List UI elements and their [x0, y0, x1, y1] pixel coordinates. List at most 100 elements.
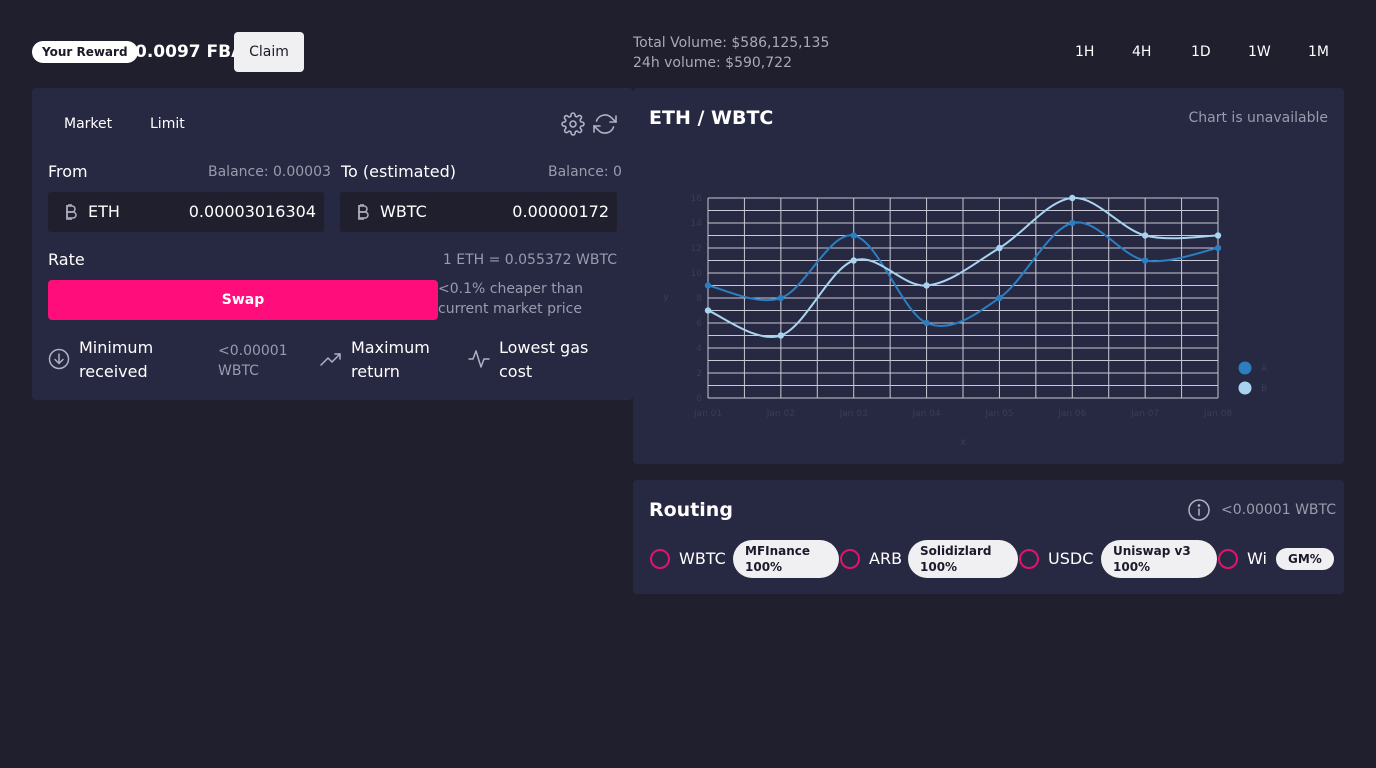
price-comparison-note: <0.1% cheaper than current market price [438, 281, 584, 317]
x-tick-label: Jan 05 [984, 409, 1013, 419]
from-token-field[interactable]: ETH 0.00003016304 [48, 192, 324, 232]
route-node-wi: Wi [1218, 540, 1267, 578]
claim-button[interactable]: Claim [234, 32, 304, 72]
to-label: To (estimated) [341, 162, 456, 181]
lowest-gas-label: Lowest gas cost [499, 338, 589, 381]
arrow-down-circle-icon [48, 348, 70, 370]
gear-icon[interactable] [560, 111, 586, 137]
to-token-field[interactable]: WBTC 0.00000172 [340, 192, 617, 232]
route-dex-name: Solidizlard [920, 544, 992, 558]
route-dex-pct: 100% [1113, 560, 1151, 574]
x-tick-label: Jan 02 [766, 409, 795, 419]
data-point-B [777, 332, 785, 339]
routing-amount: <0.00001 WBTC [1221, 502, 1337, 518]
bitcoin-icon [60, 202, 80, 222]
route-dex-pill: MFInance 100% [733, 540, 839, 578]
legend-label: B [1261, 384, 1267, 394]
route-dex-name: Uniswap v3 [1113, 544, 1191, 558]
timeframe-1d[interactable]: 1D [1191, 42, 1211, 62]
info-icon[interactable] [1188, 499, 1210, 521]
x-tick-label: Jan 07 [1130, 409, 1159, 419]
y-tick-label: 6 [696, 319, 702, 329]
x-tick-label: Jan 03 [839, 409, 868, 419]
price-chart: 0 2 4 6 8 10 12 14 16 Jan 01 Jan 02 Jan 03 Jan 04 Jan… [663, 194, 1268, 448]
route-token: ARB [869, 549, 903, 568]
timeframe-selector: 1H 4H 1D 1W 1M [1060, 42, 1344, 62]
legend-marker-B [1238, 381, 1252, 395]
route-node-usdc: USDC [1019, 540, 1093, 578]
x-tick-label: Jan 04 [911, 409, 940, 419]
x-axis-label: x [960, 437, 966, 448]
route-dex-pill: Solidizlard 100% [908, 540, 1018, 578]
y-axis-label: y [663, 292, 669, 303]
route-dex-name: MFInance [745, 544, 811, 558]
reward-amount: 0.0097 FBA [135, 42, 245, 62]
route-circle-icon [650, 549, 670, 569]
route-node-arb: ARB [840, 540, 902, 578]
y-tick-label: 12 [691, 244, 702, 254]
timeframe-1w[interactable]: 1W [1248, 42, 1271, 62]
from-token-name: ETH [88, 202, 120, 221]
tab-limit[interactable]: Limit [150, 112, 185, 136]
from-amount[interactable]: 0.00003016304 [189, 201, 316, 223]
volume-24h: 24h volume: $590,722 [633, 55, 792, 71]
data-point-B [850, 257, 857, 264]
data-point-A [1141, 257, 1149, 264]
routing-panel: Routing <0.00001 WBTC WBTC MFInance 100%… [633, 480, 1344, 594]
maximum-return-label: Maximum return [351, 338, 430, 381]
timeframe-1h[interactable]: 1H [1075, 42, 1094, 62]
swap-button[interactable]: Swap [48, 280, 438, 320]
route-token: Wi [1247, 549, 1267, 568]
refresh-icon[interactable] [592, 111, 618, 137]
chart-panel: ETH / WBTC Chart is unavailable 0 2 4 6 8 10 1… [633, 88, 1344, 464]
y-tick-label: 14 [691, 219, 703, 229]
y-tick-label: 8 [696, 294, 702, 304]
to-balance: Balance: 0 [548, 164, 622, 180]
timeframe-4h[interactable]: 4H [1132, 42, 1151, 62]
feature-lowest-gas: Lowest gas cost [468, 336, 599, 384]
tab-market[interactable]: Market [64, 112, 112, 136]
to-token-name: WBTC [380, 202, 427, 221]
route-dex-pill: GM% [1276, 548, 1334, 570]
x-tick-label: Jan 08 [1203, 409, 1232, 419]
routing-title: Routing [649, 499, 733, 521]
route-circle-icon [840, 549, 860, 569]
reward-badge: Your Reward [32, 41, 138, 63]
y-tick-label: 0 [696, 394, 702, 404]
y-tick-label: 16 [691, 194, 703, 204]
from-balance: Balance: 0.00003 [208, 164, 331, 180]
y-tick-label: 2 [696, 369, 702, 379]
route-circle-icon [1218, 549, 1238, 569]
swap-panel: Market Limit From Balance: 0.00003 To (e… [32, 88, 633, 400]
legend-marker-A [1238, 361, 1252, 375]
data-point-B [1214, 232, 1222, 239]
x-tick-label: Jan 01 [693, 409, 722, 419]
volume-info: Total Volume: $586,125,135 24h volume: $… [633, 33, 829, 73]
route-dex-pill: Uniswap v3 100% [1101, 540, 1217, 578]
from-label: From [48, 162, 88, 181]
data-point-B [996, 244, 1003, 252]
data-point-A [850, 232, 857, 239]
timeframe-1m[interactable]: 1M [1308, 42, 1329, 62]
activity-icon [468, 348, 490, 370]
route-dex-pct: 100% [920, 560, 958, 574]
minimum-received-value: <0.00001 WBTC [218, 343, 288, 379]
route-token: USDC [1048, 549, 1094, 568]
data-point-A [996, 294, 1003, 302]
y-tick-label: 10 [691, 269, 703, 279]
route-circle-icon [1019, 549, 1039, 569]
data-point-A [1069, 219, 1076, 227]
y-tick-label: 4 [696, 344, 702, 354]
data-point-B [1141, 232, 1149, 239]
data-point-A [704, 282, 712, 289]
route-dex-pct: 100% [745, 560, 783, 574]
to-amount: 0.00000172 [512, 202, 609, 221]
data-point-A [777, 294, 785, 302]
rate-label: Rate [48, 250, 85, 269]
data-point-B [704, 307, 712, 314]
data-point-B [923, 282, 930, 289]
data-point-A [1214, 244, 1222, 252]
data-point-B [1069, 194, 1076, 202]
route-node-wbtc: WBTC [650, 540, 726, 578]
rate-value: 1 ETH = 0.055372 WBTC [442, 252, 617, 268]
